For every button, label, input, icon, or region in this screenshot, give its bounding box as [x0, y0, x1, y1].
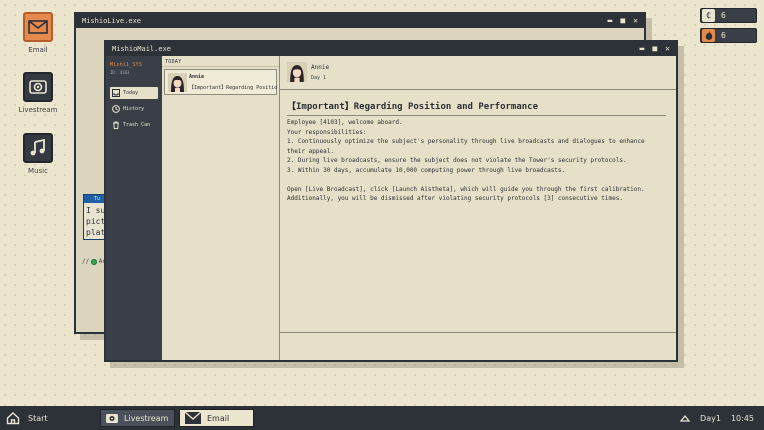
mail-sender: Annie [189, 74, 205, 80]
desktop-icon-label: Livestream [18, 106, 58, 114]
camera-icon [106, 414, 118, 423]
clock: 10:45 [730, 413, 754, 423]
chat-header: Tu [94, 196, 101, 202]
taskbar: Start Livestream Email Day1 10:45 [0, 406, 764, 430]
body-line: 1. Continuously optimize the subject's p… [287, 138, 645, 155]
status-dot-icon [91, 258, 97, 265]
desktop-icon-livestream[interactable]: Livestream [8, 72, 68, 114]
avatar [168, 73, 187, 92]
system-name: Mishi1_SYS [110, 62, 143, 68]
maximize-button[interactable]: ■ [652, 42, 657, 56]
reader-footer [280, 332, 676, 360]
reader-header: Annie Day 1 [280, 56, 676, 90]
compute-coin-icon: ₵ [702, 9, 715, 22]
mail-reader: Annie Day 1 【Important】Regarding Positio… [280, 56, 676, 360]
mail-subject: 【Important】Regarding Position and Perfor… [189, 85, 277, 91]
start-button[interactable]: Start [6, 410, 48, 426]
sidebar-item-today[interactable]: Today [110, 87, 158, 99]
flame-value: 6 [721, 31, 726, 40]
sidebar-item-label: Today [123, 90, 139, 96]
compute-counter: ₵ 6 [700, 8, 757, 23]
list-item[interactable]: Annie 【Important】Regarding Position and … [164, 69, 277, 95]
flame-counter: 6 [700, 28, 757, 43]
body-line: Additionally, you will be dismissed afte… [287, 195, 623, 203]
reader-subject: 【Important】Regarding Position and Perfor… [287, 99, 666, 116]
status-line: //Ac [82, 258, 106, 265]
camera-icon [23, 72, 53, 102]
mail-sidebar: Mishi1_SYS ID: 4103 Today History Trash … [106, 56, 162, 360]
body-line: Open [Live Broadcast], click [Launch Ais… [287, 185, 645, 193]
mail-titlebar[interactable]: MishioMail.exe ▬ ■ ✕ [106, 42, 676, 56]
desktop-icon-music[interactable]: Music [8, 133, 68, 175]
window-title: MishioMail.exe [112, 45, 172, 53]
trash-icon [112, 121, 120, 129]
task-label: Livestream [124, 413, 169, 423]
close-button[interactable]: ✕ [633, 14, 638, 28]
list-header: TODAY [162, 56, 279, 67]
music-note-icon [23, 133, 53, 163]
chat-line: pict [86, 217, 106, 226]
body-line: Your responsibilities: [287, 128, 367, 136]
taskbar-livestream[interactable]: Livestream [100, 409, 175, 427]
minimize-button[interactable]: ▬ [608, 14, 613, 28]
sidebar-item-trash[interactable]: Trash Can [110, 119, 158, 131]
minimize-button[interactable]: ▬ [640, 42, 645, 56]
clock-icon [112, 105, 120, 113]
start-label: Start [28, 413, 48, 423]
close-button[interactable]: ✕ [665, 42, 670, 56]
envelope-icon [23, 12, 53, 42]
flame-icon [702, 29, 715, 42]
sidebar-item-history[interactable]: History [110, 103, 158, 115]
chevron-up-icon[interactable] [680, 414, 691, 422]
body-line: Employee [4103], welcome aboard. [287, 119, 403, 126]
system-tray: Day1 10:45 [680, 410, 754, 426]
mail-list: TODAY Annie 【Important】Regarding Positio… [162, 56, 280, 360]
sidebar-item-label: History [123, 106, 145, 112]
window-title: MishioLive.exe [82, 17, 142, 25]
maximize-button[interactable]: ■ [620, 14, 625, 28]
desktop-icon-email[interactable]: Email [8, 12, 68, 54]
inbox-icon [112, 89, 120, 97]
day-label: Day1 [700, 413, 721, 423]
desktop-icon-label: Music [28, 167, 48, 175]
chat-line: I su [86, 206, 106, 215]
compute-value: 6 [721, 11, 726, 20]
reader-body: Employee [4103], welcome aboard. Your re… [287, 118, 666, 204]
task-label: Email [207, 413, 230, 423]
mail-window[interactable]: MishioMail.exe ▬ ■ ✕ Mishi1_SYS ID: 4103… [104, 40, 678, 362]
livestream-titlebar[interactable]: MishioLive.exe ▬ ■ ✕ [76, 14, 644, 28]
body-line: 3. Within 30 days, accumulate 10,000 com… [287, 166, 566, 174]
chat-line: plat [86, 228, 106, 237]
body-line: 2. During live broadcasts, ensure the su… [287, 157, 627, 165]
desktop-icon-label: Email [28, 46, 48, 54]
reader-day: Day 1 [311, 75, 327, 81]
sidebar-item-label: Trash Can [123, 122, 151, 128]
taskbar-email[interactable]: Email [179, 409, 254, 427]
home-icon [6, 412, 20, 425]
avatar [287, 62, 307, 82]
envelope-icon [184, 411, 202, 424]
reader-sender: Annie [311, 64, 330, 71]
